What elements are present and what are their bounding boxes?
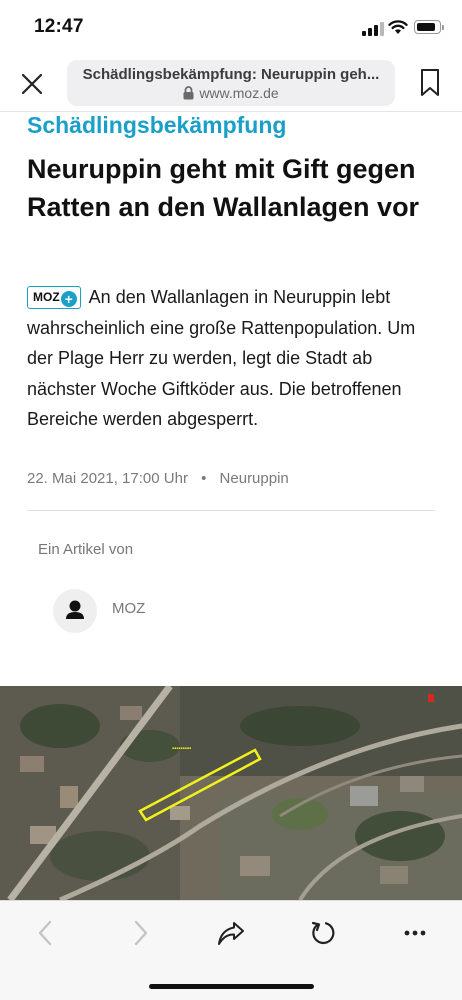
domain-text: www.moz.de xyxy=(199,85,279,101)
location-link[interactable]: Neuruppin xyxy=(220,470,289,487)
status-time: 12:47 xyxy=(34,16,84,37)
battery-icon xyxy=(414,20,444,34)
person-icon xyxy=(66,600,84,619)
aerial-map: ▪▪▪▪▪▪▪▪▪ xyxy=(0,686,462,900)
map-marker xyxy=(428,694,434,702)
author-name[interactable]: MOZ xyxy=(112,600,145,617)
chevron-left-icon xyxy=(38,920,52,946)
wifi-icon xyxy=(388,20,408,34)
author-avatar[interactable] xyxy=(53,589,97,633)
divider xyxy=(27,510,435,511)
svg-text:▪▪▪▪▪▪▪▪▪: ▪▪▪▪▪▪▪▪▪ xyxy=(172,746,191,752)
article-meta: 22. Mai 2021, 17:00 Uhr • Neuruppin xyxy=(27,470,289,487)
plus-icon: + xyxy=(60,291,77,307)
lead-text: An den Wallanlagen in Neuruppin lebt wah… xyxy=(27,287,416,429)
cellular-signal-icon xyxy=(362,22,384,36)
home-indicator xyxy=(149,984,314,989)
browser-url-bar: Schädlingsbekämpfung: Neuruppin geh... w… xyxy=(0,56,462,112)
share-button[interactable] xyxy=(211,915,251,951)
more-button[interactable] xyxy=(395,915,435,951)
status-bar: 12:47 xyxy=(0,0,462,56)
share-arrow-icon xyxy=(218,922,244,945)
page-title: Schädlingsbekämpfung: Neuruppin geh... xyxy=(82,66,380,83)
publish-date: 22. Mai 2021, 17:00 Uhr xyxy=(27,470,188,487)
close-icon[interactable] xyxy=(18,70,46,98)
article-map-image[interactable]: ▪▪▪▪▪▪▪▪▪ xyxy=(0,686,462,900)
article-kicker: Schädlingsbekämpfung xyxy=(27,112,287,138)
more-dots-icon xyxy=(404,930,426,936)
back-button[interactable] xyxy=(25,915,65,951)
article-headline: Neuruppin geht mit Gift gegen Ratten an … xyxy=(27,154,420,222)
badge-text: MOZ xyxy=(33,290,60,304)
meta-separator: • xyxy=(201,470,207,487)
article-lead: MOZ + An den Wallanlagen in Neuruppin lebt… xyxy=(27,282,437,435)
battery-level xyxy=(417,23,435,31)
moz-plus-badge: MOZ + xyxy=(27,286,81,309)
address-field[interactable]: Schädlingsbekämpfung: Neuruppin geh... w… xyxy=(67,60,395,106)
bookmark-icon[interactable] xyxy=(418,68,442,98)
reload-icon xyxy=(311,921,335,945)
lock-icon xyxy=(183,86,194,100)
author-label: Ein Artikel von xyxy=(38,541,134,558)
forward-button[interactable] xyxy=(121,915,161,951)
reload-button[interactable] xyxy=(303,915,343,951)
chevron-right-icon xyxy=(134,920,148,946)
domain-row: www.moz.de xyxy=(183,85,279,101)
